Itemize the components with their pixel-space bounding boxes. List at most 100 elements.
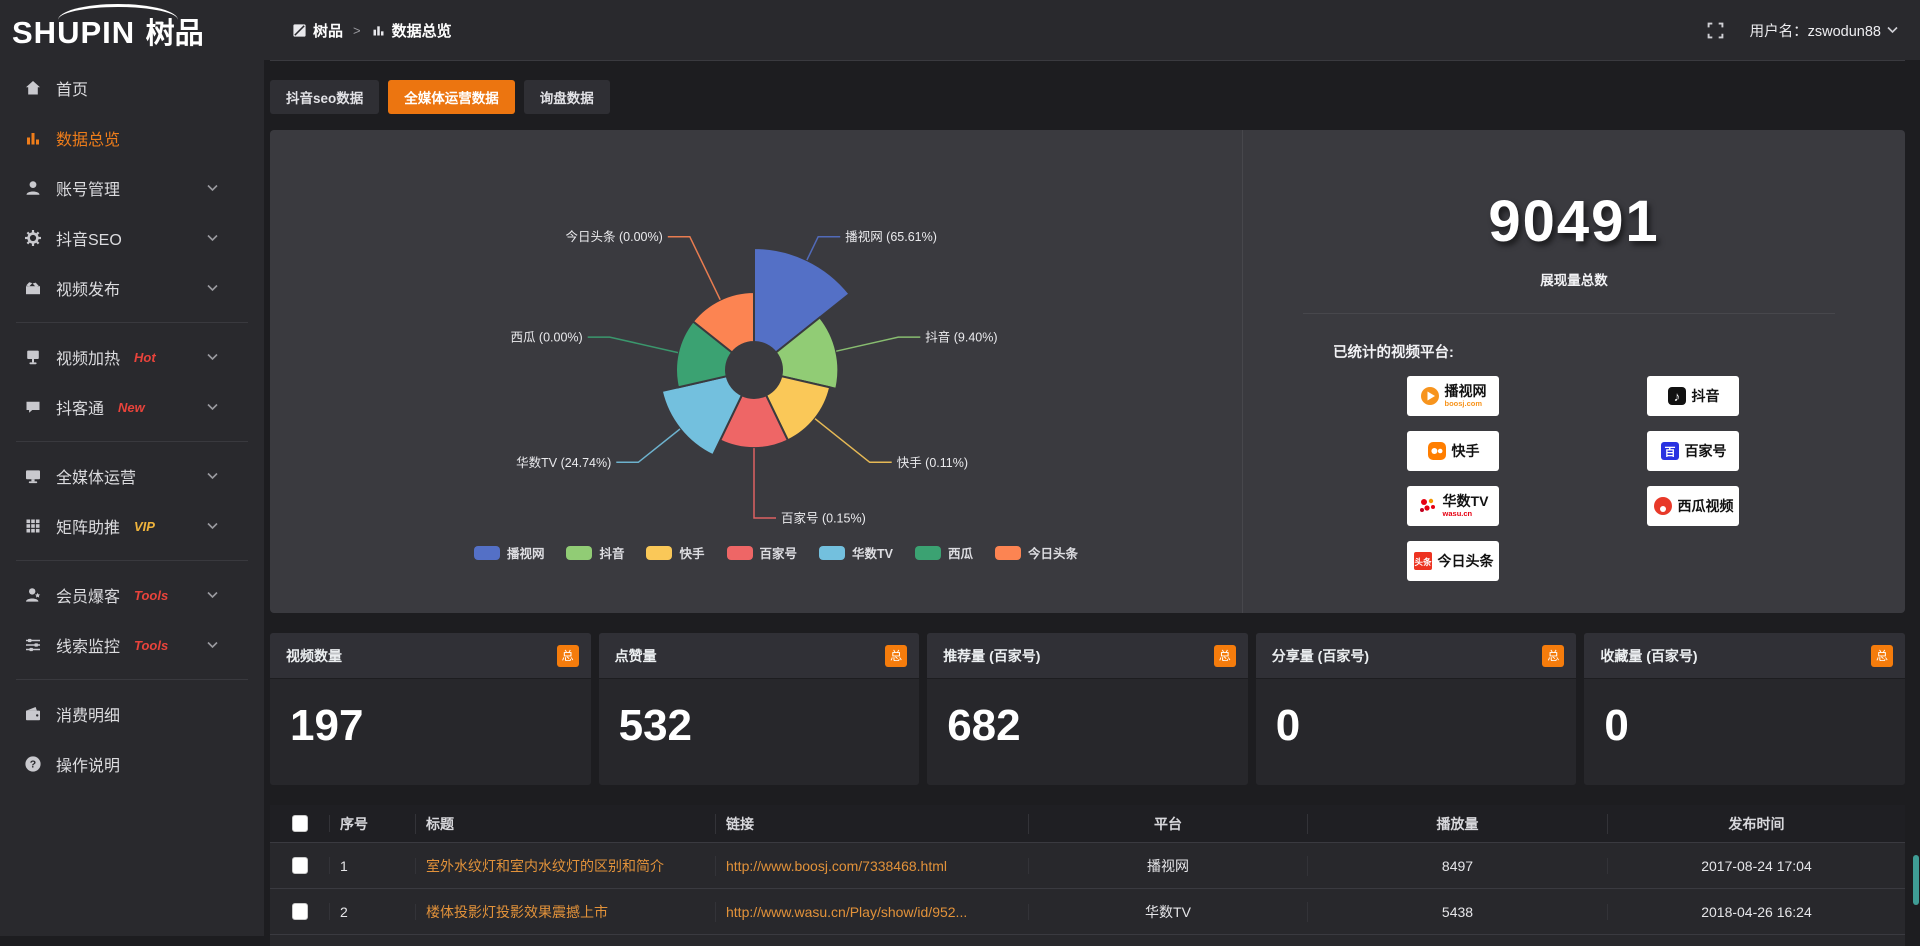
platform-name: 快手: [1452, 444, 1480, 458]
chevron-down-icon: [207, 591, 218, 599]
bar-chart-icon: [371, 23, 386, 38]
sidebar-item-9[interactable]: 矩阵助推VIP: [0, 501, 264, 551]
sidebar-item-6[interactable]: 视频加热Hot: [0, 332, 264, 382]
tab-3[interactable]: 询盘数据: [524, 80, 610, 114]
platform-badge-西瓜视频[interactable]: 西瓜视频: [1647, 486, 1739, 526]
legend-item-今日头条[interactable]: 今日头条: [995, 543, 1078, 562]
platform-name: 今日头条: [1438, 554, 1494, 568]
stat-card-value: 0: [1256, 679, 1577, 751]
cell-url-link[interactable]: http://www.wasu.cn/Play/show/id/952...: [716, 904, 1029, 920]
stat-card-3: 推荐量 (百家号) 总 682: [927, 633, 1248, 785]
cell-title-link[interactable]: 楼体投影灯投影效果震撼上市: [416, 902, 716, 922]
tab-1[interactable]: 抖音seo数据: [270, 80, 379, 114]
pie-label-line: [668, 237, 720, 300]
cell-title-link[interactable]: 室外水纹灯和室内水纹灯的区别和简介: [416, 856, 716, 876]
platform-badge-百家号[interactable]: 百百家号: [1647, 431, 1739, 471]
kuaishou-icon: [1427, 441, 1447, 461]
sidebar-item-12[interactable]: 消费明细: [0, 689, 264, 739]
pie-label: 今日头条 (0.00%): [566, 229, 663, 244]
total-badge[interactable]: 总: [885, 645, 907, 667]
pie-label: 华数TV (24.74%): [516, 455, 611, 470]
row-checkbox[interactable]: [292, 857, 308, 874]
legend-label: 西瓜: [948, 543, 973, 562]
sidebar-item-7[interactable]: 抖客通New: [0, 382, 264, 432]
chat-icon: [24, 398, 42, 416]
chevron-down-icon: [207, 284, 218, 292]
sidebar-item-3[interactable]: 账号管理: [0, 163, 264, 213]
stat-card-4: 分享量 (百家号)总0: [1256, 633, 1577, 785]
legend-label: 今日头条: [1028, 543, 1078, 562]
sidebar-item-8[interactable]: 全媒体运营: [0, 451, 264, 501]
sidebar-item-10[interactable]: 会员爆客Tools: [0, 570, 264, 620]
stat-card-label: 推荐量 (百家号): [943, 646, 1040, 666]
header-divider: [270, 60, 1905, 61]
douyin-note-icon: ♪: [1667, 386, 1687, 406]
fullscreen-icon[interactable]: [1707, 22, 1724, 39]
sidebar-item-4[interactable]: 抖音SEO: [0, 213, 264, 263]
legend-swatch: [995, 546, 1021, 560]
pie-label: 百家号 (0.15%): [781, 511, 866, 526]
sidebar-item-2[interactable]: 数据总览: [0, 113, 264, 163]
chart-icon: [24, 129, 42, 147]
baijiahao-icon: 百: [1660, 441, 1680, 461]
col-header-no: 序号: [330, 814, 416, 834]
chevron-down-icon: [207, 472, 218, 480]
legend-item-抖音[interactable]: 抖音: [566, 543, 624, 562]
stat-card-value: 532: [599, 679, 920, 751]
scrollbar-thumb[interactable]: [1913, 855, 1919, 905]
legend-item-快手[interactable]: 快手: [646, 543, 704, 562]
breadcrumb-home[interactable]: 树品: [292, 20, 343, 41]
legend-item-百家号[interactable]: 百家号: [727, 543, 798, 562]
sidebar-item-13[interactable]: ?操作说明: [0, 739, 264, 789]
sidebar-item-label: 账号管理: [56, 176, 120, 200]
stat-card-5: 收藏量 (百家号)总0: [1584, 633, 1905, 785]
stat-card-value: 682: [927, 679, 1248, 751]
sidebar-item-label: 抖音SEO: [56, 226, 122, 250]
total-badge[interactable]: 总: [557, 645, 579, 667]
legend-item-华数TV[interactable]: 华数TV: [819, 543, 893, 562]
sidebar-item-1[interactable]: 首页: [0, 63, 264, 113]
total-badge[interactable]: 总: [1542, 645, 1564, 667]
cell-platform: 播视网: [1029, 856, 1308, 876]
data-tabs: 抖音seo数据全媒体运营数据询盘数据: [270, 80, 610, 114]
cell-no: 1: [330, 858, 416, 874]
legend-swatch: [819, 546, 845, 560]
select-all-checkbox[interactable]: [292, 815, 308, 832]
breadcrumb-current-label: 数据总览: [392, 20, 452, 41]
user-menu[interactable]: 用户名：zswodun88: [1750, 20, 1898, 41]
member-icon: [24, 586, 42, 604]
grid-icon: [24, 517, 42, 535]
chevron-down-icon: [207, 403, 218, 411]
breadcrumb-separator: >: [353, 23, 361, 38]
xigua-icon: [1653, 496, 1673, 516]
sidebar-item-label: 会员爆客: [56, 583, 120, 607]
total-badge[interactable]: 总: [1214, 645, 1236, 667]
sidebar-item-label: 视频加热: [56, 345, 120, 369]
platform-badge-抖音[interactable]: ♪抖音: [1647, 376, 1739, 416]
impressions-total-value: 90491: [1243, 188, 1905, 255]
tab-2[interactable]: 全媒体运营数据: [388, 80, 515, 114]
stat-card-2: 点赞量 总 532: [599, 633, 920, 785]
pie-label: 西瓜 (0.00%): [510, 331, 582, 345]
legend-item-西瓜[interactable]: 西瓜: [915, 543, 973, 562]
breadcrumb-current[interactable]: 数据总览: [371, 20, 452, 41]
cell-url-link[interactable]: http://www.boosj.com/7338468.html: [716, 858, 1029, 874]
platform-badge-今日头条[interactable]: 头条今日头条: [1407, 541, 1499, 581]
row-checkbox[interactable]: [292, 903, 308, 920]
row-select-cell: [270, 857, 330, 874]
stat-card-label: 点赞量: [615, 646, 657, 666]
topbar: 树品 > 数据总览 用户名：zswodun88: [264, 0, 1920, 60]
svg-text:百: 百: [1664, 446, 1675, 459]
user-icon: [24, 179, 42, 197]
sidebar-item-5[interactable]: 视频发布: [0, 263, 264, 313]
sidebar-item-11[interactable]: 线索监控Tools: [0, 620, 264, 670]
sidebar: SHUPIN 树品 首页数据总览账号管理抖音SEO视频发布视频加热Hot抖客通N…: [0, 0, 264, 936]
platform-badge-华数TV[interactable]: 华数TVwasu.cn: [1407, 486, 1499, 526]
sidebar-item-label: 首页: [56, 76, 88, 100]
legend-item-播视网[interactable]: 播视网: [474, 543, 545, 562]
question-icon: ?: [24, 755, 42, 773]
wallet-icon: [24, 705, 42, 723]
platform-badge-播视网[interactable]: 播视网boosj.com: [1407, 376, 1499, 416]
platform-badge-快手[interactable]: 快手: [1407, 431, 1499, 471]
total-badge[interactable]: 总: [1871, 645, 1893, 667]
